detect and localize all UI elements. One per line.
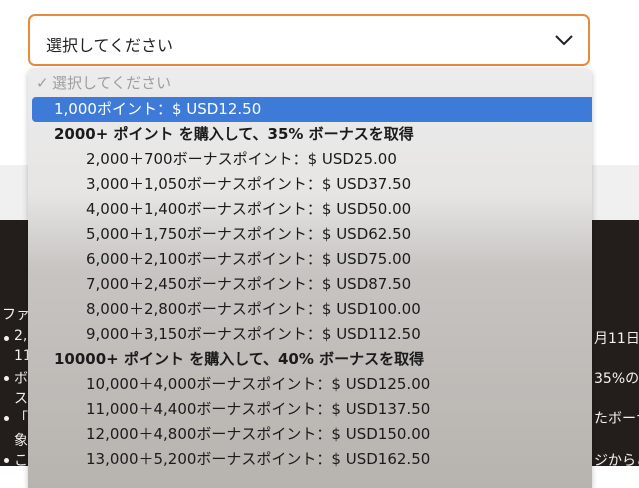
footer-text-fragment: たボーナ (594, 411, 639, 427)
option-item[interactable]: 12,000＋4,800ボーナスポイント：$ USD150.00 (28, 422, 592, 447)
option-item[interactable]: 13,000＋5,200ボーナスポイント：$ USD162.50 (28, 447, 592, 472)
bullet-dot (4, 458, 9, 463)
option-item[interactable]: 2,000＋700ボーナスポイント：$ USD25.00 (28, 147, 592, 172)
bullet-dot (4, 336, 9, 341)
footer-text-fragment: こ (14, 453, 28, 469)
footer-text-fragment: 35%のボ (594, 371, 639, 387)
footer-text-fragment: ジからこ (594, 453, 639, 469)
option-item[interactable]: 9,000＋3,150ボーナスポイント：$ USD112.50 (28, 322, 592, 347)
footer-text-fragment: 2, (14, 328, 28, 344)
select-value: 選択してください (46, 36, 174, 55)
points-select[interactable]: 選択してください (28, 14, 590, 66)
option-item[interactable]: 3,000＋1,050ボーナスポイント：$ USD37.50 (28, 172, 592, 197)
option-item[interactable]: 7,000＋2,450ボーナスポイント：$ USD87.50 (28, 272, 592, 297)
footer-text-fragment: ファ (2, 307, 30, 323)
bullet-dot (4, 376, 9, 381)
option-selected[interactable]: 1,000ポイント：$ USD12.50 (32, 97, 592, 122)
checkmark-icon: ✓ (36, 74, 49, 92)
footer-text-fragment: ボ (14, 371, 28, 387)
option-item[interactable]: 4,000＋1,400ボーナスポイント：$ USD50.00 (28, 197, 592, 222)
option-placeholder[interactable]: ✓ 選択してください (28, 71, 592, 96)
option-item[interactable]: 10,000＋4,000ボーナスポイント：$ USD125.00 (28, 372, 592, 397)
points-dropdown-list: ✓ 選択してください 1,000ポイント：$ USD12.50 2000+ ポイン… (28, 68, 592, 488)
option-item[interactable]: 6,000＋2,100ボーナスポイント：$ USD75.00 (28, 247, 592, 272)
option-item[interactable]: 11,000＋4,400ボーナスポイント：$ USD137.50 (28, 397, 592, 422)
chevron-down-icon (554, 32, 574, 46)
option-group-header: 10000+ ポイント を購入して、40% ボーナスを取得 (54, 350, 425, 368)
option-item[interactable]: 8,000＋2,800ボーナスポイント：$ USD100.00 (28, 297, 592, 322)
option-label: 選択してください (52, 74, 172, 92)
bullet-dot (4, 416, 9, 421)
footer-text-fragment: 月11日2 (594, 331, 639, 347)
footer-text-fragment: ス (14, 391, 28, 407)
footer-text-fragment: 「 (14, 411, 28, 427)
option-item[interactable]: 5,000＋1,750ボーナスポイント：$ USD62.50 (28, 222, 592, 247)
footer-text-fragment: 象 (14, 433, 28, 449)
option-group-header: 2000+ ポイント を購入して、35% ボーナスを取得 (54, 125, 414, 143)
